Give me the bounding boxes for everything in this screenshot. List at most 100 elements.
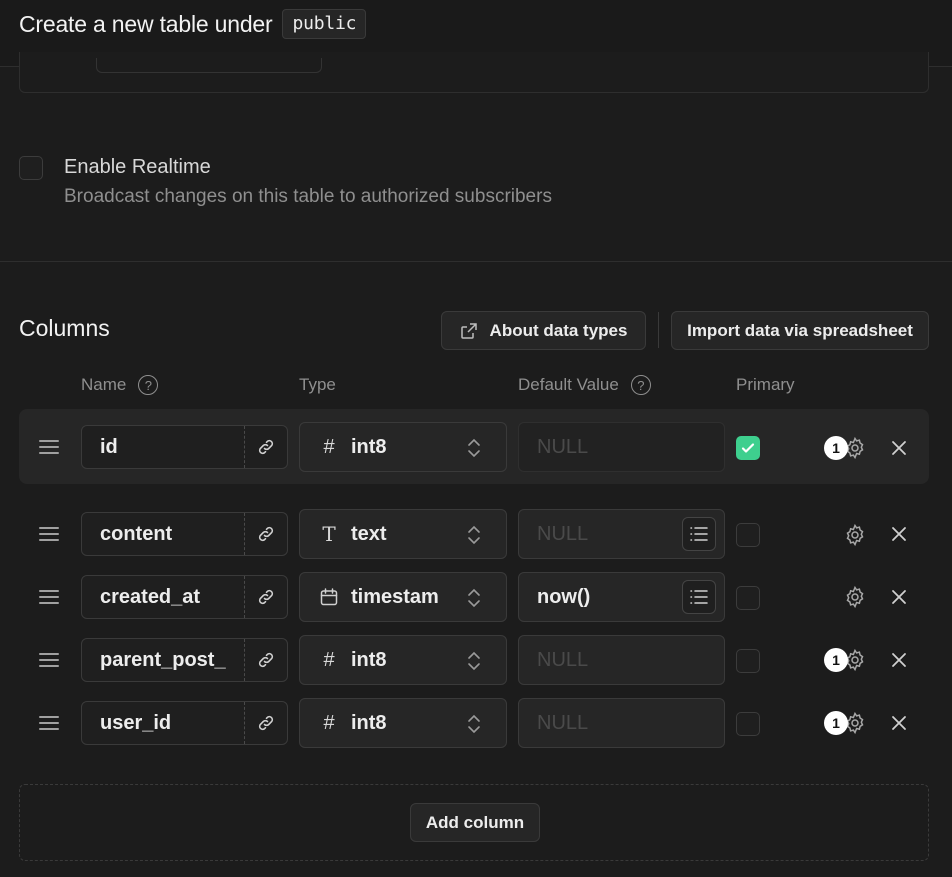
foreign-key-button[interactable]: [244, 576, 287, 618]
column-name-input[interactable]: id: [81, 425, 288, 469]
name-help-icon[interactable]: ?: [138, 375, 159, 395]
column-type-select[interactable]: T text: [299, 509, 507, 559]
column-type-value: int8: [351, 436, 387, 458]
foreign-key-button[interactable]: [244, 639, 287, 681]
close-icon[interactable]: [889, 650, 909, 670]
column-type-select[interactable]: # int8: [299, 422, 507, 472]
gear-icon[interactable]: [843, 585, 867, 609]
default-value-placeholder: NULL: [537, 712, 589, 734]
column-type-select[interactable]: # int8: [299, 635, 507, 685]
default-value-placeholder: NULL: [537, 436, 589, 458]
previous-section-card: [19, 52, 929, 93]
primary-key-checkbox[interactable]: [736, 712, 760, 736]
column-name-value: created_at: [100, 586, 201, 608]
add-column-area: Add column: [19, 784, 929, 861]
close-icon[interactable]: [889, 713, 909, 733]
default-help-icon[interactable]: ?: [630, 375, 651, 395]
previous-section-field: [96, 58, 322, 73]
drag-handle-icon[interactable]: [39, 527, 59, 545]
primary-key-checkbox[interactable]: [736, 436, 760, 460]
primary-key-checkbox[interactable]: [736, 649, 760, 673]
drag-handle-icon[interactable]: [39, 653, 59, 671]
column-type-value: int8: [351, 649, 387, 671]
default-value-input[interactable]: NULL: [518, 698, 725, 748]
column-name-value: content: [100, 523, 173, 545]
settings-count-badge: 1: [824, 436, 848, 460]
drag-handle-icon[interactable]: [39, 440, 59, 458]
link-icon: [258, 526, 274, 542]
chevron-up-down-icon: [468, 525, 480, 545]
close-icon[interactable]: [889, 587, 909, 607]
realtime-option: Enable Realtime Broadcast changes on thi…: [19, 154, 552, 210]
check-icon: [741, 443, 755, 453]
column-type-value: timestam: [351, 586, 439, 608]
close-icon[interactable]: [889, 524, 909, 544]
primary-key-checkbox[interactable]: [736, 523, 760, 547]
header-name-label: Name: [81, 375, 127, 394]
column-row-parent-post: parent_post_ # int8 NULL 1: [0, 629, 952, 691]
column-name-input[interactable]: content: [81, 512, 288, 556]
column-name-input[interactable]: created_at: [81, 575, 288, 619]
close-icon[interactable]: [889, 438, 909, 458]
enable-realtime-checkbox[interactable]: [19, 156, 43, 180]
default-value-placeholder: NULL: [537, 649, 589, 671]
column-row-user-id: user_id # int8 NULL 1: [0, 692, 952, 754]
chevron-up-down-icon: [468, 438, 480, 458]
about-data-types-label: About data types: [489, 320, 628, 340]
column-type-select[interactable]: timestam: [299, 572, 507, 622]
header-primary-label: Primary: [736, 375, 795, 394]
link-icon: [258, 652, 274, 668]
button-separator: [658, 312, 659, 348]
suggestions-button[interactable]: [682, 517, 716, 551]
section-divider: [0, 261, 952, 262]
foreign-key-button[interactable]: [244, 426, 287, 468]
calendar-icon: [320, 588, 338, 606]
header-type-label: Type: [299, 375, 336, 394]
columns-title: Columns: [19, 315, 110, 341]
column-name-input[interactable]: user_id: [81, 701, 288, 745]
realtime-label: Enable Realtime: [64, 156, 211, 178]
column-row-content: content T text NULL: [0, 503, 952, 565]
column-row-created-at: created_at timestam now(): [0, 566, 952, 628]
gear-icon[interactable]: [843, 523, 867, 547]
settings-count-badge: 1: [824, 711, 848, 735]
hash-icon: #: [323, 436, 335, 458]
drag-handle-icon[interactable]: [39, 716, 59, 734]
default-value-placeholder: NULL: [537, 523, 589, 545]
hash-icon: #: [323, 712, 335, 734]
list-icon: [690, 590, 708, 604]
foreign-key-button[interactable]: [244, 513, 287, 555]
suggestions-button[interactable]: [682, 580, 716, 614]
page-title: Create a new table under public: [19, 9, 367, 39]
header-default-label: Default Value: [518, 375, 619, 394]
default-value-input[interactable]: NULL: [518, 422, 725, 472]
import-spreadsheet-label: Import data via spreadsheet: [687, 320, 913, 340]
primary-key-checkbox[interactable]: [736, 586, 760, 610]
default-value-text: now(): [537, 586, 591, 608]
column-row-id-fields: id # int8 NULL 1: [0, 416, 952, 478]
header-primary: Primary: [736, 375, 795, 395]
column-name-value: id: [100, 436, 118, 458]
text-type-icon: T: [322, 522, 336, 546]
column-name-input[interactable]: parent_post_: [81, 638, 288, 682]
foreign-key-button[interactable]: [244, 702, 287, 744]
header-default: Default Value ?: [518, 375, 651, 395]
link-icon: [258, 715, 274, 731]
link-icon: [258, 439, 274, 455]
list-icon: [690, 527, 708, 541]
realtime-description: Broadcast changes on this table to autho…: [64, 186, 552, 207]
settings-count-badge: 1: [824, 648, 848, 672]
about-data-types-button[interactable]: About data types: [441, 311, 646, 350]
drag-handle-icon[interactable]: [39, 590, 59, 608]
header-name: Name ?: [81, 375, 159, 395]
add-column-button[interactable]: Add column: [410, 803, 540, 842]
column-type-select[interactable]: # int8: [299, 698, 507, 748]
hash-icon: #: [323, 649, 335, 671]
column-name-value: user_id: [100, 712, 172, 734]
default-value-input[interactable]: NULL: [518, 509, 725, 559]
import-spreadsheet-button[interactable]: Import data via spreadsheet: [671, 311, 929, 350]
page-title-text: Create a new table under: [19, 10, 273, 37]
default-value-input[interactable]: now(): [518, 572, 725, 622]
default-value-input[interactable]: NULL: [518, 635, 725, 685]
column-name-value: parent_post_: [100, 649, 226, 671]
